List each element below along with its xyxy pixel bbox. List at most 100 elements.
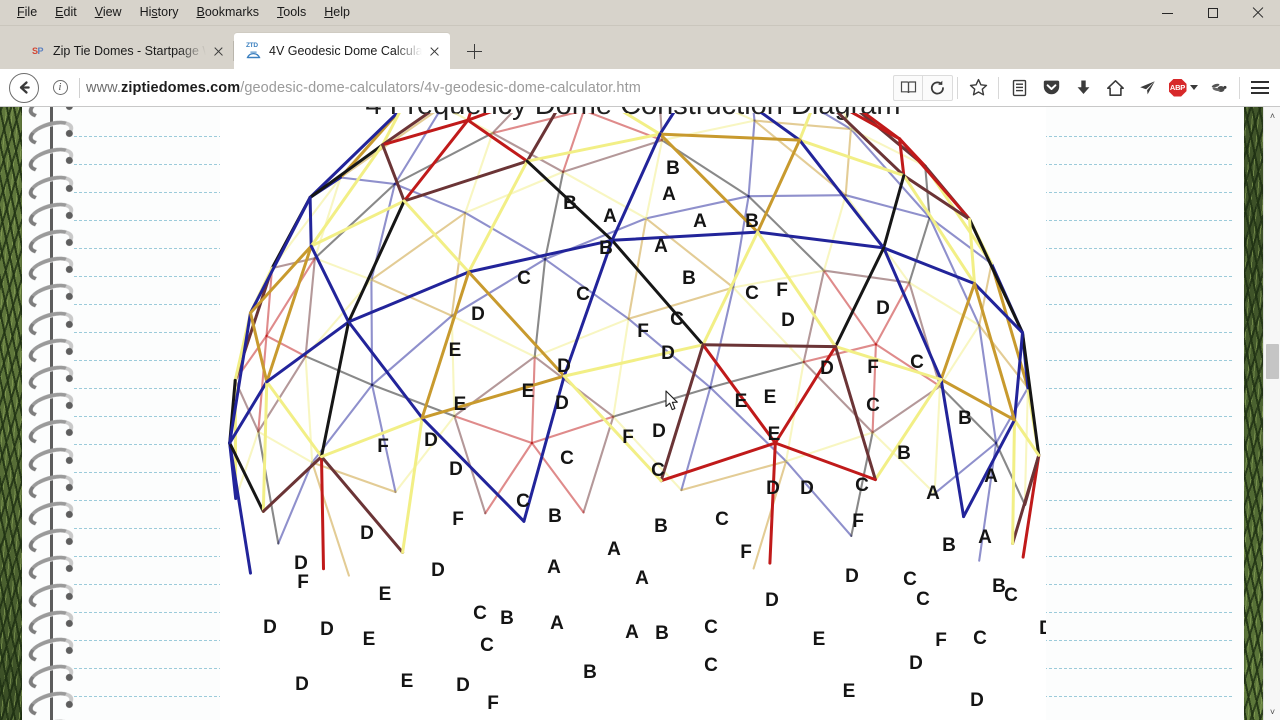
strut-label-e: E [735,391,748,412]
strut-label-d: D [555,393,569,414]
dome-strut-e [928,216,993,265]
reader-mode-icon[interactable] [893,74,923,101]
strut-label-d: D [766,478,780,499]
strut-label-c: C [715,509,729,530]
bookmark-star-icon[interactable] [962,73,994,103]
strut-label-a: A [603,206,617,227]
close-button[interactable] [1235,0,1280,26]
strut-label-e: E [522,381,535,402]
reload-icon[interactable] [923,74,953,101]
dome-strut-a [381,118,470,147]
strut-label-c: C [473,603,487,624]
strut-label-f: F [377,436,389,457]
strut-label-c: C [973,628,987,649]
spiral-ring [25,442,77,477]
spiral-ring [25,551,77,586]
strut-label-d: D [909,653,923,674]
dome-strut-e [798,138,886,250]
dome-strut-a [562,113,585,173]
menu-bar: File Edit View History Bookmarks Tools H… [0,2,359,23]
home-icon[interactable] [1099,73,1131,103]
chevron-down-icon[interactable] [1189,85,1198,90]
strut-label-e: E [813,629,826,650]
strut-label-d: D [471,304,485,325]
plugin-icon[interactable] [1203,73,1235,103]
window-controls [1145,0,1280,26]
browser-window: File Edit View History Bookmarks Tools H… [0,0,1280,720]
back-icon[interactable] [9,72,39,103]
strut-label-a: A [607,539,621,560]
strut-label-e: E [843,681,856,702]
strut-label-f: F [935,630,947,651]
strut-label-d: D [765,590,779,611]
spiral-ring [25,306,77,341]
menu-hamburger-icon[interactable] [1244,73,1276,103]
dome-strut-b [562,343,705,378]
strut-label-c: C [1004,585,1018,606]
minimize-button[interactable] [1145,0,1190,26]
strut-label-d: D [970,690,984,711]
library-icon[interactable] [1003,73,1035,103]
strut-label-b: B [599,238,613,259]
scrollbar-thumb[interactable] [1266,344,1279,379]
strut-label-d: D [431,560,445,581]
scroll-down-icon[interactable]: ˅ [1264,703,1280,720]
dome-strut-b [645,139,664,220]
dome-strut-b [933,385,942,495]
send-tab-icon[interactable] [1131,73,1163,103]
strut-label-b: B [563,193,577,214]
menu-history[interactable]: History [131,2,188,23]
tab-close-icon[interactable] [425,42,444,61]
dome-strut-e [467,238,614,274]
spiral-binding-rings [25,107,78,720]
maximize-button[interactable] [1190,0,1235,26]
dome-strut-e [756,230,886,250]
menu-tools[interactable]: Tools [268,2,315,23]
tab-startpage[interactable]: SP Zip Tie Domes - Startpage W [18,33,234,69]
strut-label-f: F [622,427,634,448]
dome-strut-a [530,415,615,445]
strut-label-f: F [776,280,788,301]
dome-strut-d [995,441,1026,506]
tab-strip: SP Zip Tie Domes - Startpage W ZTD 4V Ge… [0,26,1280,69]
strut-label-a: A [984,466,998,487]
pocket-icon[interactable] [1035,73,1067,103]
new-tab-button[interactable] [459,36,489,66]
url-bar[interactable]: www.ziptiedomes.com/geodesic-dome-calcul… [86,80,893,96]
dome-strut-b [271,176,342,270]
strut-label-c: C [704,617,718,638]
strut-label-a: A [550,613,564,634]
adblock-plus-icon[interactable]: ABP [1163,73,1203,103]
page-info-icon[interactable]: i [47,80,73,95]
strut-label-c: C [670,309,684,330]
menu-file[interactable]: File [8,2,46,23]
strut-label-b: B [583,662,597,683]
dome-strut-d [257,430,280,545]
menu-bookmarks[interactable]: Bookmarks [188,2,269,23]
abp-badge-label: ABP [1168,78,1187,97]
dome-strut-c [304,257,316,358]
tab-close-icon[interactable] [209,42,228,61]
dome-strut-f [311,461,397,494]
strut-label-c: C [576,284,590,305]
dome-strut-b [320,416,424,459]
dome-strut-c [701,343,837,349]
title-bar: File Edit View History Bookmarks Tools H… [0,0,1280,26]
menu-view[interactable]: View [86,2,131,23]
url-path: /geodesic-dome-calculators/4v-geodesic-d… [240,79,641,96]
strut-label-c: C [517,268,531,289]
dome-strut-a [402,118,470,203]
tab-4v-geodesic-dome-calculator[interactable]: ZTD 4V Geodesic Dome Calculat [234,33,450,69]
dome-strut-e [658,113,676,136]
spiral-ring [25,170,77,205]
scroll-up-icon[interactable]: ˄ [1264,107,1280,124]
menu-edit[interactable]: Edit [46,2,86,23]
vertical-scrollbar[interactable]: ˄ ˅ [1263,107,1280,720]
dome-strut-b [822,194,847,272]
menu-help[interactable]: Help [315,2,359,23]
dome-strut-d [882,174,906,250]
dome-strut-e [370,278,374,386]
strut-label-b: B [745,211,759,232]
download-icon[interactable] [1067,73,1099,103]
strut-label-d: D [876,298,890,319]
